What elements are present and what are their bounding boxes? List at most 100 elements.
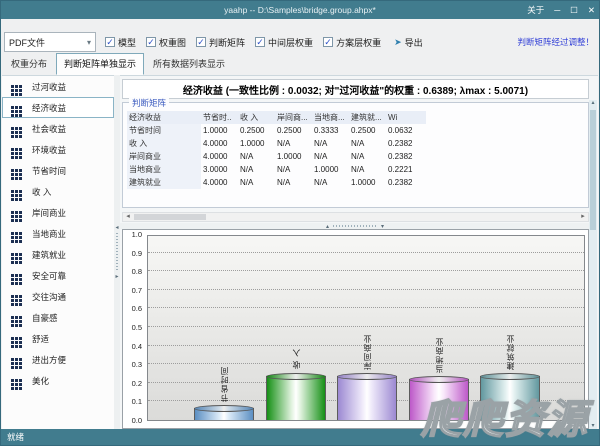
sidebar-item-5[interactable]: 收 入 — [2, 181, 114, 202]
export-format-select[interactable]: PDF文件 ▾ — [4, 32, 96, 52]
matrix-cell[interactable]: 1.0000 — [312, 163, 349, 176]
main-vertical-scrollbar[interactable]: ▴ ▾ — [589, 100, 597, 430]
matrix-cell[interactable]: N/A — [349, 137, 386, 150]
scroll-left-icon[interactable]: ◂ — [123, 213, 133, 221]
table-horizontal-scrollbar[interactable]: ◂ ▸ — [122, 212, 589, 222]
sidebar-item-11[interactable]: 自豪感 — [2, 307, 114, 328]
status-bar: 就绪 — [1, 429, 599, 445]
checkbox-label: 方案层权重 — [336, 36, 381, 49]
matrix-cell[interactable]: 1.0000 — [275, 150, 312, 163]
sidebar-item-label: 环境收益 — [28, 144, 66, 156]
sidebar-item-label: 经济收益 — [28, 102, 66, 114]
sidebar-item-10[interactable]: 交往沟通 — [2, 286, 114, 307]
sidebar-item-label: 交往沟通 — [28, 291, 66, 303]
toolbar-checkbox-2[interactable]: ✓判断矩阵 — [196, 36, 245, 49]
matrix-cell[interactable]: N/A — [238, 163, 275, 176]
matrix-cell[interactable]: 0.2382 — [386, 137, 426, 150]
sidebar-item-label: 节省时间 — [28, 165, 66, 177]
title-bar[interactable]: yaahp -- D:\Samples\bridge.group.ahpx* 关… — [1, 1, 599, 19]
sidebar-item-1[interactable]: 经济收益 — [2, 97, 114, 118]
bar-0[interactable] — [194, 408, 254, 420]
scroll-up-icon[interactable]: ▴ — [591, 100, 594, 107]
y-tick-label: 0.1 — [132, 397, 142, 406]
matrix-row-label: 当地商业 — [127, 163, 201, 176]
matrix-cell[interactable]: 0.2500 — [349, 124, 386, 137]
matrix-cell[interactable]: N/A — [238, 150, 275, 163]
toolbar-checkbox-1[interactable]: ✓权重图 — [146, 36, 186, 49]
matrix-cell[interactable]: N/A — [275, 163, 312, 176]
sidebar-item-6[interactable]: 岸间商业 — [2, 202, 114, 223]
checkbox-icon: ✓ — [105, 37, 115, 47]
sidebar-item-2[interactable]: 社会收益 — [2, 118, 114, 139]
matrix-col-header: 建筑就... — [349, 111, 386, 124]
tab-1[interactable]: 判断矩阵单独显示 — [56, 53, 144, 75]
matrix-cell[interactable]: 0.3333 — [312, 124, 349, 137]
matrix-cell[interactable]: 0.2221 — [386, 163, 426, 176]
matrix-cell[interactable]: 0.2382 — [386, 176, 426, 189]
bar-2[interactable] — [337, 376, 397, 420]
checkbox-icon: ✓ — [323, 37, 333, 47]
scroll-right-icon[interactable]: ▸ — [578, 213, 588, 221]
matrix-cell[interactable]: 0.2500 — [275, 124, 312, 137]
matrix-cell[interactable]: N/A — [312, 137, 349, 150]
vertical-scroll-thumb[interactable] — [590, 110, 596, 230]
checkbox-label: 中间层权重 — [268, 36, 313, 49]
toolbar-checkbox-3[interactable]: ✓中间层权重 — [255, 36, 313, 49]
matrix-cell[interactable]: 3.0000 — [201, 163, 238, 176]
matrix-cell[interactable]: 0.0632 — [386, 124, 426, 137]
sidebar-item-13[interactable]: 进出方便 — [2, 349, 114, 370]
sidebar-item-4[interactable]: 节省时间 — [2, 160, 114, 181]
chart-yaxis: 0.00.10.20.30.40.50.60.70.80.91.0 — [123, 235, 144, 421]
judgment-matrix-table[interactable]: 经济收益节省时..收 入岸间商...当地商...建筑就...Wi节省时间1.00… — [127, 111, 426, 189]
matrix-cell[interactable]: N/A — [238, 176, 275, 189]
horizontal-scroll-thumb[interactable] — [134, 214, 206, 220]
sidebar-item-3[interactable]: 环境收益 — [2, 139, 114, 160]
sidebar-item-7[interactable]: 当地商业 — [2, 223, 114, 244]
sidebar-item-label: 当地商业 — [28, 228, 66, 240]
matrix-cell[interactable]: 4.0000 — [201, 150, 238, 163]
checkbox-label: 判断矩阵 — [209, 36, 245, 49]
sidebar-item-14[interactable]: 美化 — [2, 370, 114, 391]
tab-2[interactable]: 所有数据列表显示 — [145, 53, 233, 75]
export-button[interactable]: ➤ 导出 — [390, 34, 427, 51]
matrix-grid-icon — [11, 127, 14, 130]
gridline — [148, 307, 584, 308]
y-tick-label: 0.3 — [132, 360, 142, 369]
matrix-grid-icon — [11, 295, 14, 298]
toolbar-checkbox-0[interactable]: ✓模型 — [105, 36, 136, 49]
y-tick-label: 0.2 — [132, 379, 142, 388]
bar-4[interactable] — [480, 376, 540, 420]
toolbar-checkbox-4[interactable]: ✓方案层权重 — [323, 36, 381, 49]
sidebar-item-12[interactable]: 舒适 — [2, 328, 114, 349]
matrix-cell[interactable]: N/A — [312, 150, 349, 163]
checkbox-icon: ✓ — [196, 37, 206, 47]
tab-bar: 权重分布判断矩阵单独显示所有数据列表显示 — [3, 57, 233, 75]
matrix-cell[interactable]: N/A — [275, 176, 312, 189]
sidebar-item-8[interactable]: 建筑就业 — [2, 244, 114, 265]
matrix-cell[interactable]: N/A — [312, 176, 349, 189]
bar-1[interactable] — [266, 376, 326, 420]
maximize-button[interactable]: ☐ — [570, 5, 578, 16]
matrix-cell[interactable]: 0.2382 — [386, 150, 426, 163]
matrix-cell[interactable]: 4.0000 — [201, 137, 238, 150]
matrix-cell[interactable]: 0.2500 — [238, 124, 275, 137]
matrix-cell[interactable]: 1.0000 — [238, 137, 275, 150]
tab-0[interactable]: 权重分布 — [3, 53, 55, 75]
matrix-cell[interactable]: 4.0000 — [201, 176, 238, 189]
sidebar-item-9[interactable]: 安全可靠 — [2, 265, 114, 286]
matrix-grid-icon — [11, 211, 14, 214]
bar-3[interactable] — [409, 379, 469, 420]
sidebar-item-label: 岸间商业 — [28, 207, 66, 219]
checkbox-icon: ✓ — [255, 37, 265, 47]
close-button[interactable]: ✕ — [588, 5, 595, 16]
sidebar-item-0[interactable]: 过河收益 — [2, 76, 114, 97]
minimize-button[interactable]: ─ — [554, 5, 560, 15]
matrix-cell[interactable]: N/A — [349, 150, 386, 163]
about-button[interactable]: 关于 — [527, 4, 544, 16]
matrix-cell[interactable]: 1.0000 — [349, 176, 386, 189]
matrix-adjusted-notice[interactable]: 判断矩阵经过调整！ — [517, 36, 596, 48]
matrix-cell[interactable]: N/A — [275, 137, 312, 150]
matrix-cell[interactable]: N/A — [349, 163, 386, 176]
matrix-cell[interactable]: 1.0000 — [201, 124, 238, 137]
matrix-grid-icon — [11, 253, 14, 256]
